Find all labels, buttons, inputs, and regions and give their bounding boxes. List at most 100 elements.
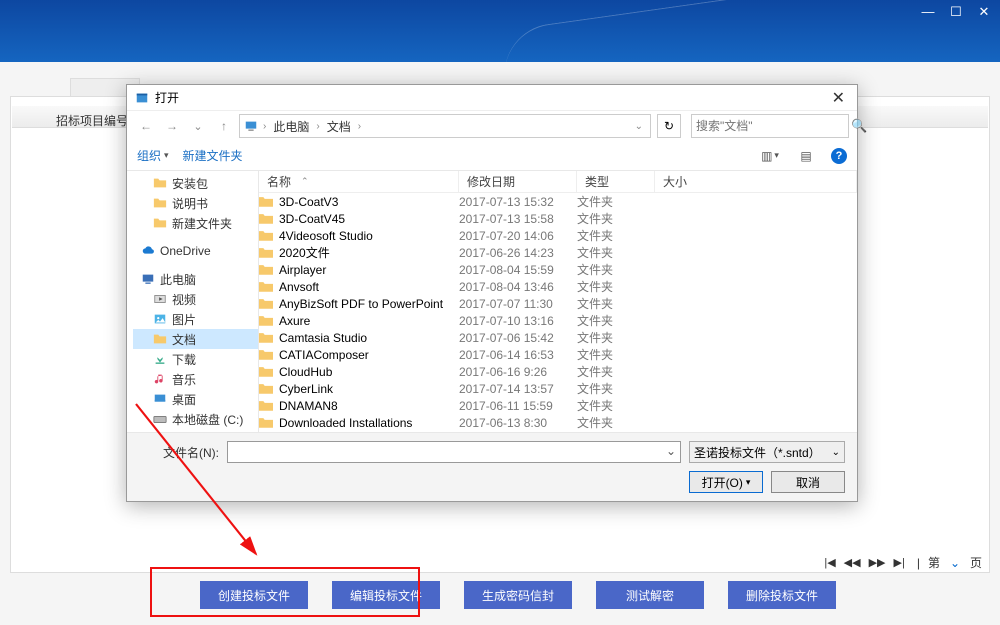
nav-back-button[interactable]: ← [135, 115, 157, 137]
delete-bid-file-button[interactable]: 删除投标文件 [728, 581, 836, 609]
new-folder-button[interactable]: 新建文件夹 [183, 147, 243, 164]
file-row[interactable]: 3D-CoatV452017-07-13 15:58文件夹 [259, 210, 857, 227]
file-date: 2017-07-06 15:42 [459, 331, 577, 345]
tree-item[interactable]: 安装包 [133, 173, 258, 193]
file-type: 文件夹 [577, 414, 655, 431]
file-name: Downloaded Installations [279, 416, 412, 430]
file-row[interactable]: DNAMAN82017-06-11 15:59文件夹 [259, 397, 857, 414]
file-name: Camtasia Studio [279, 331, 367, 345]
file-date: 2017-06-26 14:23 [459, 246, 577, 260]
search-icon[interactable]: 🔍 [851, 118, 867, 134]
open-button[interactable]: 打开(O) ▾ [689, 471, 763, 493]
file-type: 文件夹 [577, 244, 655, 261]
file-row[interactable]: Downloaded Installations2017-06-13 8:30文… [259, 414, 857, 431]
dialog-close-button[interactable]: ✕ [828, 88, 849, 108]
column-size[interactable]: 大小 [655, 171, 857, 192]
page-last[interactable]: ▶| [894, 556, 905, 569]
tree-item-label: OneDrive [160, 244, 211, 258]
organize-button[interactable]: 组织▾ [137, 147, 169, 164]
chevron-down-icon: ▾ [164, 150, 169, 161]
tree-item[interactable]: 文档 [133, 329, 258, 349]
chevron-right-icon: › [316, 121, 319, 132]
folder-icon [259, 213, 273, 224]
file-row[interactable]: 2020文件 2017-06-26 14:23文件夹 [259, 244, 857, 261]
dialog-toolbar: 组织▾ 新建文件夹 ▥▾ ▤ ? [127, 141, 857, 171]
file-date: 2017-07-14 13:57 [459, 382, 577, 396]
create-bid-file-button[interactable]: 创建投标文件 [200, 581, 308, 609]
file-row[interactable]: CATIAComposer2017-06-14 16:53文件夹 [259, 346, 857, 363]
file-date: 2017-08-04 13:46 [459, 280, 577, 294]
preview-pane-button[interactable]: ▤ [795, 146, 817, 166]
view-mode-button[interactable]: ▥▾ [759, 146, 781, 166]
folder-tree[interactable]: 安装包说明书新建文件夹 OneDrive 此电脑视频图片文档下载音乐桌面本地磁盘 (… [127, 171, 259, 432]
file-date: 2017-08-04 15:59 [459, 263, 577, 277]
help-icon[interactable]: ? [831, 148, 847, 164]
file-name: 4Videosoft Studio [279, 229, 373, 243]
tree-item[interactable]: OneDrive [133, 241, 258, 261]
tree-item[interactable]: 本地磁盘 (C:) [133, 409, 258, 429]
dialog-icon [135, 91, 149, 105]
filetype-value: 圣诺投标文件（*.sntd） [694, 444, 821, 461]
dialog-titlebar[interactable]: 打开 ✕ [127, 85, 857, 111]
filename-input[interactable] [227, 441, 681, 463]
file-type: 文件夹 [577, 261, 655, 278]
file-row[interactable]: Airplayer2017-08-04 15:59文件夹 [259, 261, 857, 278]
page-dropdown[interactable]: ⌄ [948, 556, 962, 570]
tree-item[interactable]: 新建文件夹 [133, 213, 258, 233]
file-row[interactable]: Camtasia Studio2017-07-06 15:42文件夹 [259, 329, 857, 346]
breadcrumb-item[interactable]: 文档 [325, 118, 353, 135]
minimize-button[interactable]: — [920, 4, 936, 20]
tree-item-label: 桌面 [172, 391, 196, 408]
tree-item[interactable]: 此电脑 [133, 269, 258, 289]
breadcrumb-item[interactable]: 此电脑 [271, 118, 311, 135]
nav-history-button[interactable]: ⌄ [187, 115, 209, 137]
breadcrumb-dropdown[interactable]: ⌄ [635, 121, 643, 132]
nav-up-button[interactable]: ↑ [213, 115, 235, 137]
file-name: CATIAComposer [279, 348, 369, 362]
filetype-select[interactable]: 圣诺投标文件（*.sntd） ⌄ [689, 441, 845, 463]
file-row[interactable]: CyberLink2017-07-14 13:57文件夹 [259, 380, 857, 397]
file-row[interactable]: Anvsoft2017-08-04 13:46文件夹 [259, 278, 857, 295]
search-input[interactable] [696, 119, 851, 133]
file-row[interactable]: AnyBizSoft PDF to PowerPoint2017-07-07 1… [259, 295, 857, 312]
column-name[interactable]: 名称⌃ [259, 171, 459, 192]
nav-refresh-button[interactable]: ↻ [657, 114, 681, 138]
cancel-button[interactable]: 取消 [771, 471, 845, 493]
page-next[interactable]: ▶▶ [869, 556, 886, 569]
tree-item[interactable]: 音乐 [133, 369, 258, 389]
column-type[interactable]: 类型 [577, 171, 655, 192]
file-type: 文件夹 [577, 278, 655, 295]
file-row[interactable]: CloudHub2017-06-16 9:26文件夹 [259, 363, 857, 380]
tree-item-label: 视频 [172, 291, 196, 308]
test-decrypt-button[interactable]: 测试解密 [596, 581, 704, 609]
file-name: CloudHub [279, 365, 332, 379]
file-row[interactable]: 4Videosoft Studio2017-07-20 14:06文件夹 [259, 227, 857, 244]
nav-forward-button[interactable]: → [161, 115, 183, 137]
tree-item[interactable]: 下载 [133, 349, 258, 369]
chevron-down-icon: ⌄ [832, 447, 840, 458]
tree-item[interactable]: 说明书 [133, 193, 258, 213]
maximize-button[interactable]: ☐ [948, 4, 964, 20]
file-date: 2017-06-11 15:59 [459, 399, 577, 413]
search-box[interactable]: 🔍 [691, 114, 849, 138]
generate-envelope-button[interactable]: 生成密码信封 [464, 581, 572, 609]
tree-item[interactable]: 视频 [133, 289, 258, 309]
folder-icon [259, 383, 273, 394]
tree-item-label: 下载 [172, 351, 196, 368]
file-list-header[interactable]: 名称⌃ 修改日期 类型 大小 [259, 171, 857, 193]
tree-item-label: 图片 [172, 311, 196, 328]
file-list-rows[interactable]: 3D-CoatV32017-07-13 15:32文件夹3D-CoatV4520… [259, 193, 857, 432]
file-row[interactable]: 3D-CoatV32017-07-13 15:32文件夹 [259, 193, 857, 210]
tree-item-label: 此电脑 [160, 271, 196, 288]
file-row[interactable]: Axure2017-07-10 13:16文件夹 [259, 312, 857, 329]
edit-bid-file-button[interactable]: 编辑投标文件 [332, 581, 440, 609]
tree-item[interactable]: 桌面 [133, 389, 258, 409]
file-name: CyberLink [279, 382, 333, 396]
close-button[interactable]: ✕ [976, 4, 992, 20]
breadcrumb[interactable]: › 此电脑 › 文档 › ⌄ [239, 114, 651, 138]
tree-item[interactable]: 图片 [133, 309, 258, 329]
page-prev[interactable]: ◀◀ [844, 556, 861, 569]
page-first[interactable]: |◀ [824, 556, 835, 569]
column-date[interactable]: 修改日期 [459, 171, 577, 192]
file-name: 2020文件 [279, 244, 330, 261]
